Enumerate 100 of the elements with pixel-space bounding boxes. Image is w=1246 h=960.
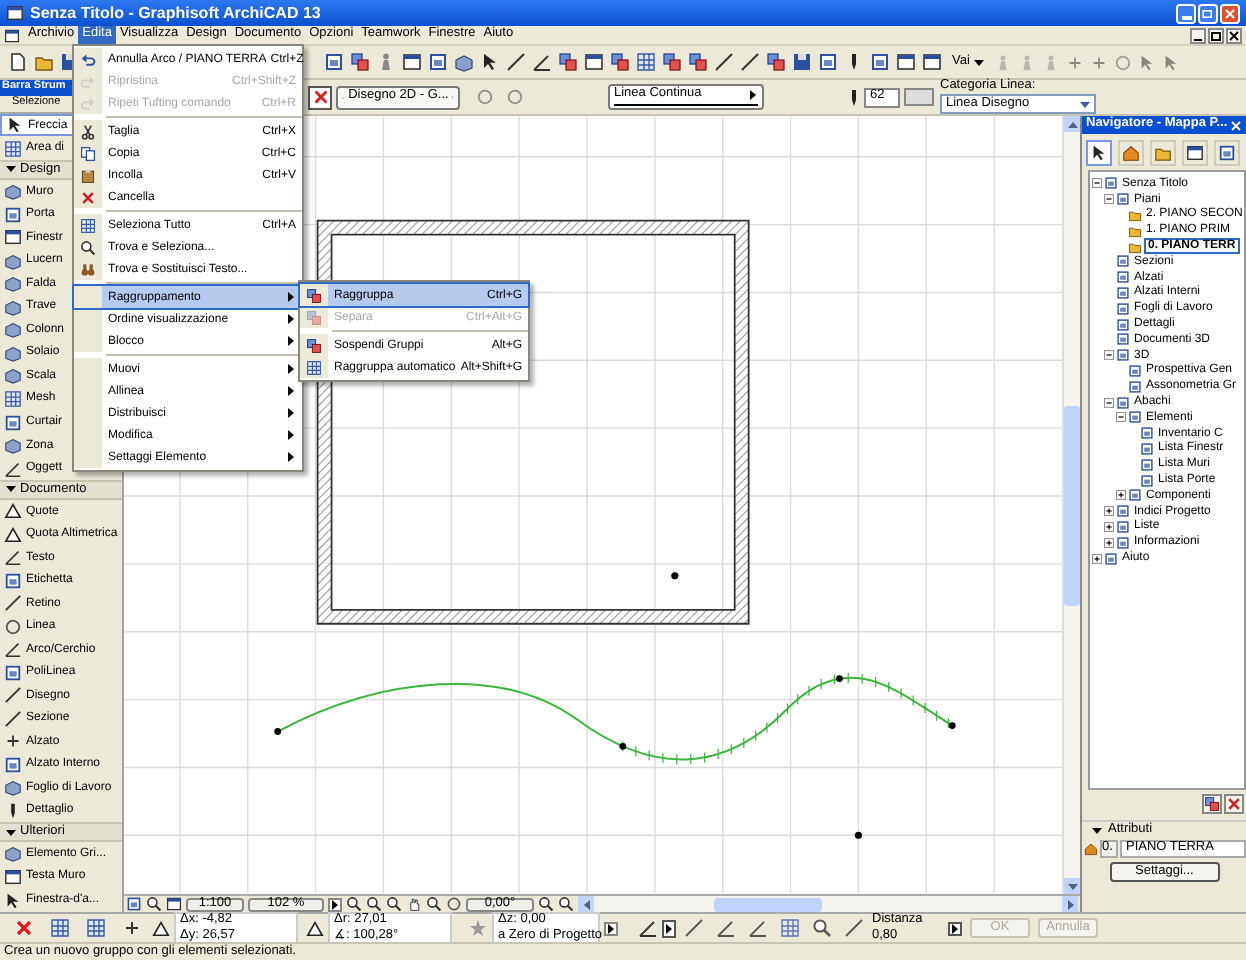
line-icon[interactable]	[684, 918, 704, 938]
minimize-button[interactable]	[1190, 27, 1206, 43]
close-icon	[1222, 3, 1238, 23]
frame-icon[interactable]	[870, 52, 890, 72]
window-icon[interactable]	[402, 52, 422, 72]
circle-icon[interactable]	[476, 88, 494, 106]
triangle-icon[interactable]	[152, 919, 170, 937]
frame-icon	[4, 663, 22, 682]
window-icon[interactable]	[896, 52, 916, 72]
magnifier-icon[interactable]	[346, 896, 362, 912]
view-button[interactable]	[1182, 139, 1208, 165]
line-icon[interactable]	[714, 52, 734, 72]
circle-icon[interactable]	[446, 896, 462, 912]
plus-icon	[4, 732, 22, 751]
magnifier-icon[interactable]	[426, 896, 442, 912]
squares-icon[interactable]	[350, 52, 370, 72]
house-icon	[1122, 143, 1140, 161]
frame-icon[interactable]	[126, 896, 142, 912]
collapse-icon[interactable]	[1104, 350, 1114, 361]
magnifier-icon[interactable]	[386, 896, 402, 912]
arrow-icon[interactable]	[480, 52, 500, 72]
submenu-arrow-icon	[286, 364, 296, 374]
folder-icon	[1154, 143, 1172, 161]
circle-icon	[4, 617, 22, 636]
window-icon[interactable]	[922, 52, 942, 72]
new-button[interactable]	[1202, 794, 1223, 814]
collapse-icon[interactable]	[1104, 397, 1114, 408]
frame-icon[interactable]	[818, 52, 838, 72]
magnifier-icon[interactable]	[146, 896, 162, 912]
magnifier-icon[interactable]	[366, 896, 382, 912]
angle-icon	[4, 459, 22, 478]
arrow-icon	[4, 891, 22, 910]
frame-icon	[4, 755, 22, 774]
collapse-icon[interactable]	[1104, 194, 1114, 205]
line-icon[interactable]	[740, 52, 760, 72]
plus-icon[interactable]	[122, 918, 142, 938]
window-icon[interactable]	[584, 52, 604, 72]
angle-icon[interactable]	[716, 918, 736, 938]
grid-icon[interactable]	[636, 52, 656, 72]
submenu-arrow-icon	[286, 336, 296, 346]
block-icon[interactable]	[454, 52, 474, 72]
grid-icon[interactable]	[50, 918, 70, 938]
expand-icon[interactable]	[1116, 490, 1126, 501]
frame-icon[interactable]	[324, 52, 344, 72]
grid-icon	[4, 139, 22, 158]
angle-icon[interactable]	[532, 52, 552, 72]
collapse-icon[interactable]	[1092, 178, 1102, 189]
folder-icon[interactable]	[34, 52, 54, 72]
horizontal-scrollbar[interactable]	[578, 896, 1078, 912]
delete-button[interactable]	[1224, 794, 1245, 814]
submenu-arrow-icon	[286, 430, 296, 440]
view-button[interactable]	[1214, 139, 1240, 165]
line-icon[interactable]	[844, 918, 864, 938]
magnifier-icon[interactable]	[558, 896, 574, 912]
grid-icon[interactable]	[780, 918, 800, 938]
magnifier-icon[interactable]	[538, 896, 554, 912]
line-icon	[4, 686, 22, 705]
angle-icon	[4, 548, 22, 567]
page-icon[interactable]	[8, 52, 28, 72]
arrow-button[interactable]	[662, 919, 676, 937]
line-icon[interactable]	[506, 52, 526, 72]
window-icon	[6, 4, 24, 22]
toggle-control[interactable]	[904, 88, 934, 106]
frame-icon	[4, 413, 22, 432]
close-button[interactable]	[1226, 27, 1242, 43]
expand-icon[interactable]	[1104, 521, 1114, 532]
star-icon[interactable]	[468, 918, 488, 938]
scrollbar-thumb[interactable]	[714, 897, 822, 911]
scroll-down-icon	[1067, 881, 1077, 891]
expand-icon[interactable]	[1104, 506, 1114, 517]
scroll-right-icon	[1065, 899, 1075, 909]
collapse-icon[interactable]	[1116, 412, 1126, 423]
restore-button[interactable]	[1208, 27, 1224, 43]
expand-icon[interactable]	[1104, 537, 1114, 548]
triangle-icon[interactable]	[306, 919, 324, 937]
squares-icon[interactable]	[610, 52, 630, 72]
grid-icon[interactable]	[86, 918, 106, 938]
clipboard-icon	[80, 167, 96, 183]
grid-icon	[80, 217, 96, 233]
hand-icon[interactable]	[406, 896, 422, 912]
frame-icon	[4, 205, 22, 224]
scrollbar-thumb[interactable]	[1064, 405, 1080, 605]
circle-icon[interactable]	[506, 88, 524, 106]
cross-icon[interactable]	[14, 918, 34, 938]
cross-icon	[311, 88, 329, 106]
view-button[interactable]	[1086, 139, 1112, 165]
point-marker	[671, 572, 679, 580]
angle-icon[interactable]	[638, 918, 658, 938]
maximize-button[interactable]	[1198, 3, 1218, 23]
magnifier-icon[interactable]	[812, 918, 832, 938]
window-icon[interactable]	[166, 896, 182, 912]
squares-icon[interactable]	[766, 52, 786, 72]
cross-button[interactable]	[308, 85, 332, 109]
frame-icon[interactable]	[428, 52, 448, 72]
angle-icon[interactable]	[748, 918, 768, 938]
expand-icon[interactable]	[1092, 553, 1102, 564]
squares-icon[interactable]	[558, 52, 578, 72]
vertical-scrollbar[interactable]	[1062, 116, 1080, 894]
line-icon	[4, 709, 22, 728]
close-icon	[1229, 119, 1242, 131]
